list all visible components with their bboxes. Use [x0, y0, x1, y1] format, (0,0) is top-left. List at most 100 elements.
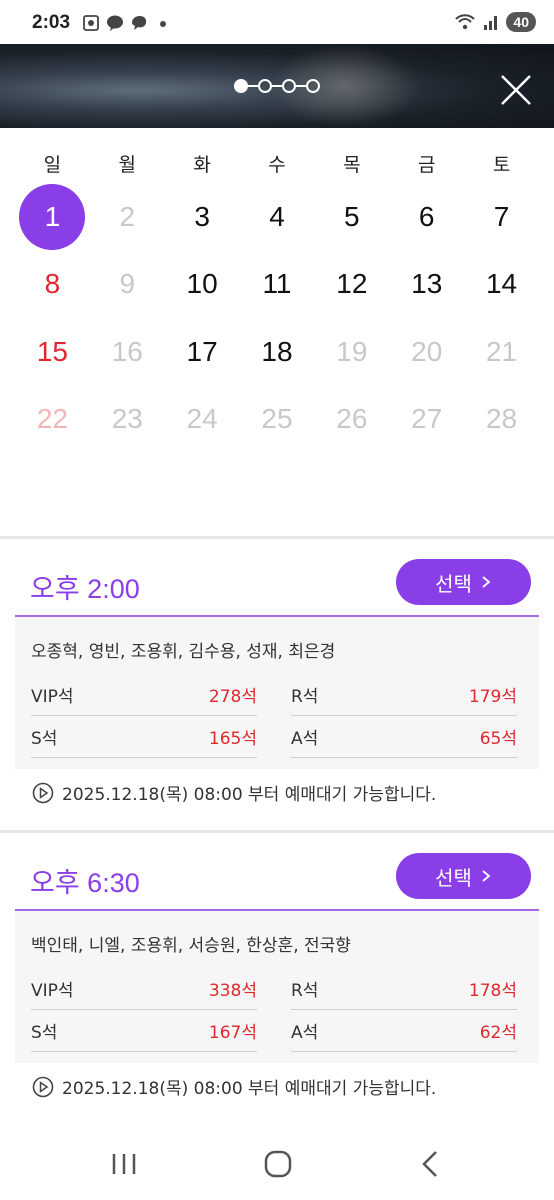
- calendar-day-number: 13: [411, 268, 443, 300]
- step-dot-4: [306, 79, 320, 93]
- calendar-day-number: 19: [336, 335, 368, 367]
- calendar-day[interactable]: 5: [314, 183, 389, 251]
- calendar-day-number: 26: [336, 403, 368, 435]
- calendar-day-number: 22: [36, 403, 68, 435]
- chevron-right-icon: [482, 870, 491, 882]
- calendar-day-number: 12: [336, 268, 368, 300]
- calendar-day-number: 24: [186, 403, 218, 435]
- calendar-day: 16: [90, 318, 165, 386]
- seat-name: R석: [291, 687, 319, 707]
- weekday-label: 수: [268, 154, 286, 176]
- calendar-day: 26: [314, 386, 389, 454]
- calendar-day: 21: [464, 318, 539, 386]
- seat-availability: VIP석 278석 R석 179석 S석 165석 A석 65석: [31, 674, 523, 758]
- calendar-day[interactable]: 4: [240, 183, 315, 251]
- calendar-day-number: 23: [111, 403, 143, 435]
- calendar-day: 24: [165, 386, 240, 454]
- seat-row-a: A석 62석: [291, 1010, 517, 1052]
- seat-name: S석: [31, 729, 58, 749]
- dot-icon: [160, 21, 166, 27]
- session-header: 오후 2:00 선택: [15, 547, 539, 617]
- calendar-day-number: 14: [485, 268, 518, 300]
- calendar-day[interactable]: 18: [240, 318, 315, 386]
- calendar-day-number: 15: [36, 335, 68, 367]
- home-icon[interactable]: [260, 1148, 296, 1180]
- calendar-day[interactable]: 14: [464, 251, 539, 319]
- presale-notice: 2025.12.18(목) 08:00 부터 예매대기 가능합니다.: [32, 780, 436, 805]
- calendar-day-number: 2: [119, 200, 136, 232]
- calendar-day[interactable]: 3: [165, 183, 240, 251]
- status-notification-icons: [82, 14, 172, 32]
- weekday-label: 금: [417, 154, 436, 176]
- notice-text: 2025.12.18(목) 08:00 부터 예매대기 가능합니다.: [62, 1079, 437, 1099]
- play-circle-icon: [32, 782, 54, 803]
- section-divider: [0, 830, 554, 833]
- calendar-day-number: 20: [411, 335, 443, 367]
- session-card: 오후 6:30 선택 백인태, 니엘, 조용휘, 서승원, 한상훈, 전국향 V…: [15, 841, 539, 1063]
- seat-count: 167석: [208, 1023, 257, 1043]
- calendar-day[interactable]: 1: [15, 183, 90, 251]
- calendar-day-number: 25: [261, 403, 293, 435]
- close-icon[interactable]: [500, 74, 532, 106]
- calendar-day: 19: [314, 318, 389, 386]
- seat-row-s: S석 167석: [31, 1010, 257, 1052]
- signal-icon: [484, 16, 498, 30]
- calendar-day-number: 28: [485, 403, 518, 435]
- calendar-day-number: 9: [119, 268, 136, 300]
- weekday-label: 목: [343, 154, 361, 176]
- back-icon[interactable]: [414, 1148, 450, 1180]
- system-navigation-bar: [0, 1128, 554, 1200]
- calendar-day: 2: [90, 183, 165, 251]
- wifi-icon: [455, 14, 476, 30]
- calendar-day[interactable]: 17: [165, 318, 240, 386]
- calendar-day-number: 27: [411, 403, 443, 435]
- status-system-icons: 40: [454, 12, 536, 32]
- calendar-day[interactable]: 7: [464, 183, 539, 251]
- select-button[interactable]: 선택: [396, 853, 531, 899]
- calendar-day-number: 5: [344, 200, 360, 232]
- step-connector: [248, 85, 258, 87]
- seat-count: 178석: [468, 981, 517, 1001]
- session-header: 오후 6:30 선택: [15, 841, 539, 911]
- calendar-day: 23: [90, 386, 165, 454]
- calendar-day[interactable]: 6: [389, 183, 464, 251]
- calendar-day[interactable]: 13: [389, 251, 464, 319]
- seat-row-vip: VIP석 278석: [31, 674, 257, 716]
- select-button-label: 선택: [435, 571, 472, 596]
- calendar-day-number: 1: [19, 183, 86, 250]
- step-indicator: [234, 79, 320, 93]
- seat-row-vip: VIP석 338석: [31, 968, 257, 1010]
- seat-row-r: R석 179석: [291, 674, 517, 716]
- chevron-right-icon: [482, 576, 491, 588]
- step-dot-2: [258, 79, 272, 93]
- status-bar: 2:03 40: [0, 0, 554, 44]
- cast-list: 오종혁, 영빈, 조용휘, 김수용, 성재, 최은경: [31, 642, 336, 662]
- step-connector: [296, 85, 306, 87]
- select-button[interactable]: 선택: [396, 559, 531, 605]
- calendar-day: 9: [90, 251, 165, 319]
- seat-row-s: S석 165석: [31, 716, 257, 758]
- seat-row-r: R석 178석: [291, 968, 517, 1010]
- seat-count: 278석: [208, 687, 257, 707]
- calendar-day: 22: [15, 386, 90, 454]
- recent-apps-icon[interactable]: [106, 1148, 142, 1180]
- seat-availability: VIP석 338석 R석 178석 S석 167석 A석 62석: [31, 968, 523, 1052]
- chat-bubble-icon: [132, 16, 147, 30]
- calendar-day-number: 8: [44, 268, 61, 300]
- calendar-day-number: 10: [186, 268, 218, 300]
- header-banner: [0, 44, 554, 128]
- calendar-day: 28: [464, 386, 539, 454]
- calendar-day[interactable]: 8: [15, 251, 90, 319]
- seat-count: 179석: [468, 687, 517, 707]
- seat-name: A석: [291, 729, 319, 749]
- session-time: 오후 6:30: [30, 868, 140, 898]
- calendar-day-number: 6: [418, 200, 435, 232]
- calendar-day[interactable]: 10: [165, 251, 240, 319]
- seat-count: 165석: [208, 729, 257, 749]
- calendar-day[interactable]: 12: [314, 251, 389, 319]
- calendar-day-number: 18: [261, 335, 293, 367]
- calendar-day[interactable]: 11: [240, 251, 315, 319]
- calendar-day[interactable]: 15: [15, 318, 90, 386]
- calendar-day: 20: [389, 318, 464, 386]
- calendar-day-number: 17: [186, 335, 218, 367]
